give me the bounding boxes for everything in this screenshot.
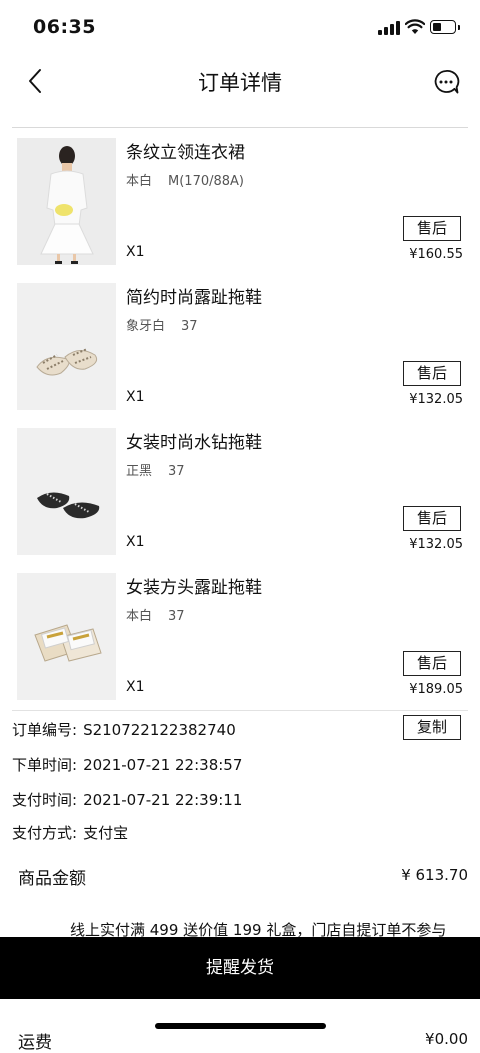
product-spec: 本白 M(170/88A) <box>126 170 244 189</box>
after-sale-button[interactable]: 售后 <box>403 506 461 531</box>
product-name: 条纹立领连衣裙 <box>126 143 245 163</box>
pay-method-label: 支付方式: <box>12 824 78 842</box>
order-number: S210722122382740 <box>83 721 236 739</box>
remind-ship-button[interactable]: 提醒发货 <box>0 937 480 999</box>
product-price: ¥132.05 <box>409 537 463 552</box>
pay-method: 支付宝 <box>83 824 129 842</box>
product-size: 37 <box>168 464 185 479</box>
product-spec: 正黑 37 <box>126 460 185 479</box>
pay-time: 2021-07-21 22:39:11 <box>83 791 243 809</box>
goods-amount-label: 商品金额 <box>18 869 86 889</box>
order-time-row: 下单时间: 2021-07-21 22:38:57 <box>12 754 242 775</box>
product-size: 37 <box>181 319 198 334</box>
product-image[interactable] <box>17 428 116 555</box>
order-number-row: 订单编号: S210722122382740 <box>12 719 236 740</box>
product-size: 37 <box>168 609 185 624</box>
product-color: 象牙白 <box>126 319 166 334</box>
freight-label: 运费 <box>18 1033 52 1053</box>
product-qty: X1 <box>126 534 145 550</box>
product-price: ¥160.55 <box>409 247 463 262</box>
wifi-icon <box>405 19 425 34</box>
status-time: 06:35 <box>33 16 96 38</box>
pay-method-row: 支付方式: 支付宝 <box>12 822 128 843</box>
product-spec: 本白 37 <box>126 605 185 624</box>
goods-amount-value: ¥ 613.70 <box>401 866 468 884</box>
order-number-label: 订单编号: <box>12 721 78 739</box>
items-divider <box>12 710 468 711</box>
pay-time-label: 支付时间: <box>12 791 78 809</box>
product-name: 女装方头露趾拖鞋 <box>126 578 262 598</box>
product-price: ¥132.05 <box>409 392 463 407</box>
freight-value: ¥0.00 <box>425 1030 468 1048</box>
pay-time-row: 支付时间: 2021-07-21 22:39:11 <box>12 789 242 810</box>
product-image[interactable] <box>17 573 116 700</box>
product-price: ¥189.05 <box>409 682 463 697</box>
after-sale-button[interactable]: 售后 <box>403 216 461 241</box>
order-item[interactable]: 女装时尚水钻拖鞋 正黑 37 X1 售后 ¥132.05 <box>0 428 480 573</box>
product-image[interactable] <box>17 138 116 265</box>
product-color: 本白 <box>126 174 153 189</box>
after-sale-button[interactable]: 售后 <box>403 361 461 386</box>
signal-icon <box>378 21 402 35</box>
header-divider <box>12 127 468 128</box>
product-image[interactable] <box>17 283 116 410</box>
product-qty: X1 <box>126 389 145 405</box>
order-time: 2021-07-21 22:38:57 <box>83 756 243 774</box>
product-qty: X1 <box>126 679 145 695</box>
order-item[interactable]: 条纹立领连衣裙 本白 M(170/88A) X1 售后 ¥160.55 <box>0 138 480 283</box>
product-qty: X1 <box>126 244 145 260</box>
order-time-label: 下单时间: <box>12 756 78 774</box>
product-size: M(170/88A) <box>168 174 245 189</box>
after-sale-button[interactable]: 售后 <box>403 651 461 676</box>
order-item[interactable]: 简约时尚露趾拖鞋 象牙白 37 X1 售后 ¥132.05 <box>0 283 480 428</box>
page-title: 订单详情 <box>198 71 282 95</box>
product-color: 正黑 <box>126 464 153 479</box>
product-name: 简约时尚露趾拖鞋 <box>126 288 262 308</box>
order-item[interactable]: 女装方头露趾拖鞋 本白 37 X1 售后 ¥189.05 <box>0 573 480 718</box>
copy-button[interactable]: 复制 <box>403 715 461 740</box>
product-spec: 象牙白 37 <box>126 315 198 334</box>
battery-icon <box>430 20 460 34</box>
chat-bubble-icon[interactable] <box>432 68 460 96</box>
product-color: 本白 <box>126 609 153 624</box>
home-indicator[interactable] <box>155 1023 326 1029</box>
product-name: 女装时尚水钻拖鞋 <box>126 433 262 453</box>
